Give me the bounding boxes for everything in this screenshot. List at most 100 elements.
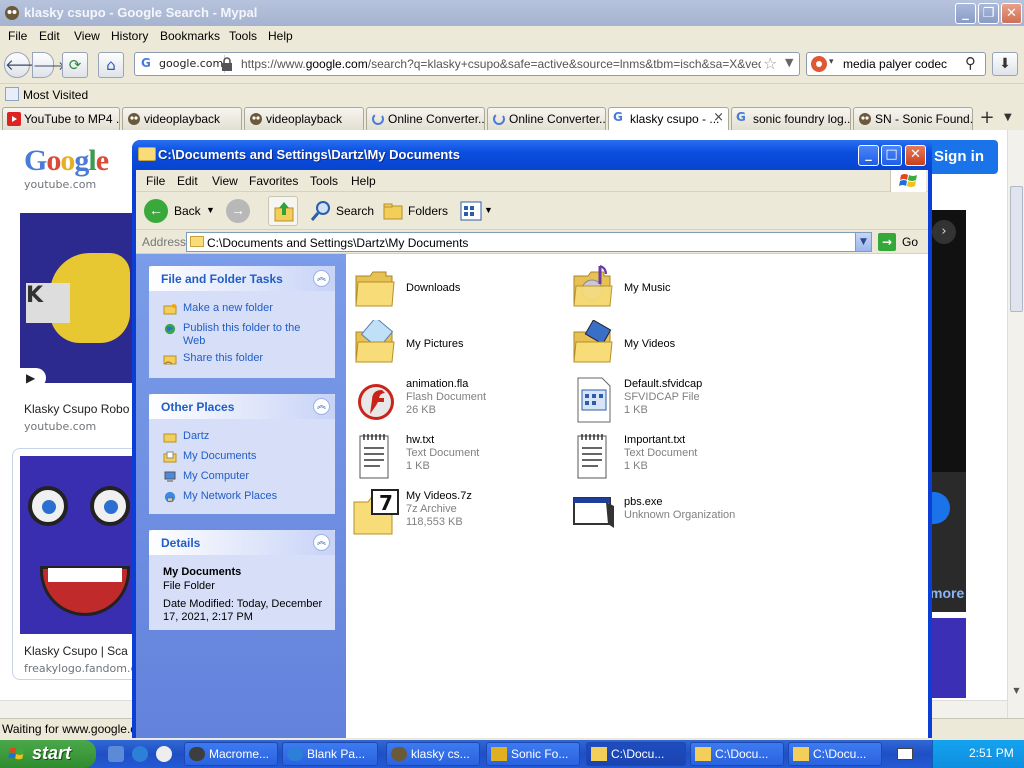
home-button[interactable]: ⌂	[98, 52, 124, 78]
close-tab-icon[interactable]: ×	[713, 110, 724, 125]
quicklaunch-media-icon[interactable]	[156, 746, 172, 762]
file-item-my-pictures[interactable]: My Pictures	[352, 320, 562, 372]
file-item-hw-txt[interactable]: hw.txt Text Document 1 KB	[352, 432, 562, 484]
tab-list-chevron-icon[interactable]: ▼	[1004, 112, 1012, 123]
file-item-pbs-exe[interactable]: pbs.exe Unknown Organization	[570, 488, 780, 540]
up-folder-button[interactable]	[268, 196, 298, 226]
ex-menu-edit[interactable]: Edit	[177, 174, 198, 188]
url-dropdown-icon[interactable]: ▼	[785, 56, 793, 69]
tab-klasky-csupo[interactable]: G klasky csupo - ... ×	[608, 107, 729, 130]
tab-sn-sonic-foundry[interactable]: SN - Sonic Found...	[853, 107, 973, 130]
collapse-chevron-icon[interactable]: ︽	[313, 270, 330, 287]
ex-menu-tools[interactable]: Tools	[310, 174, 338, 188]
related-thumbnail[interactable]	[928, 618, 966, 698]
close-button[interactable]: ✕	[1001, 3, 1022, 24]
menu-help[interactable]: Help	[268, 29, 293, 43]
search-bar[interactable]: ▾ media palyer codec ⚲	[806, 52, 986, 76]
bookmark-star-icon[interactable]: ☆	[763, 54, 777, 73]
explorer-close-button[interactable]: ✕	[905, 145, 926, 166]
new-tab-button[interactable]: +	[976, 109, 998, 129]
file-item-default-sfvidcap[interactable]: Default.sfvidcap SFVIDCAP File 1 KB	[570, 376, 780, 428]
taskbar-button-macromedia[interactable]: Macrome...	[184, 742, 278, 766]
keyboard-icon[interactable]	[897, 748, 913, 760]
most-visited-link[interactable]: Most Visited	[23, 88, 88, 102]
menu-bookmarks[interactable]: Bookmarks	[160, 29, 220, 43]
other-places-header[interactable]: Other Places ︽	[149, 394, 335, 419]
back-button[interactable]: 🡐	[4, 52, 45, 78]
explorer-minimize-button[interactable]: _	[858, 145, 879, 166]
start-button[interactable]: start	[0, 740, 96, 768]
file-item-my-videos[interactable]: My Videos	[570, 320, 780, 372]
ex-menu-view[interactable]: View	[212, 174, 238, 188]
taskbar-button-explorer-2[interactable]: C:\Docu...	[690, 742, 784, 766]
tab-sonic-foundry-logo[interactable]: G sonic foundry log...	[731, 107, 851, 130]
explorer-forward-button[interactable]: →	[224, 196, 260, 226]
result-title-1[interactable]: Klasky Csupo Robo	[24, 402, 129, 416]
browser-title-bar[interactable]: klasky csupo - Google Search - Mypal _ ❐…	[0, 0, 1024, 26]
taskbar-button-explorer-3[interactable]: C:\Docu...	[788, 742, 882, 766]
taskbar-button-explorer-1[interactable]: C:\Docu...	[586, 742, 686, 766]
file-folder-tasks-header[interactable]: File and Folder Tasks ︽	[149, 266, 335, 291]
menu-history[interactable]: History	[111, 29, 148, 43]
address-input[interactable]: C:\Documents and Settings\Dartz\My Docum…	[186, 232, 872, 252]
address-dropdown-icon[interactable]: ▼	[855, 233, 871, 251]
result-thumbnail-2[interactable]	[20, 456, 142, 634]
site-identity[interactable]: G google.com	[137, 55, 225, 73]
quicklaunch-ie-icon[interactable]	[132, 746, 148, 762]
scrollbar-thumb[interactable]	[1010, 186, 1023, 312]
url-text: https://www.google.com/search?q=klasky+c…	[241, 57, 761, 71]
search-input[interactable]: media palyer codec	[843, 57, 947, 71]
result-title-2[interactable]: Klasky Csupo | Sca	[24, 644, 128, 658]
quicklaunch-desktop-icon[interactable]	[108, 746, 124, 762]
file-item-downloads[interactable]: Downloads	[352, 264, 562, 316]
videos-folder-icon	[573, 320, 613, 363]
more-link[interactable]: more	[930, 585, 964, 601]
scroll-down-icon[interactable]: ▼	[1010, 686, 1023, 700]
url-bar[interactable]: G google.com https://www.google.com/sear…	[134, 52, 800, 76]
explorer-title-bar[interactable]: C:\Documents and Settings\Dartz\My Docum…	[132, 140, 932, 170]
tab-online-converter-2[interactable]: Online Converter...	[487, 107, 606, 130]
explorer-back-button[interactable]: ← Back ▼	[142, 196, 218, 226]
menu-edit[interactable]: Edit	[39, 29, 60, 43]
explorer-maximize-button[interactable]: □	[881, 145, 902, 166]
collapse-chevron-icon[interactable]: ︽	[313, 398, 330, 415]
result-thumbnail-1[interactable]: K	[20, 213, 140, 383]
ex-menu-help[interactable]: Help	[351, 174, 376, 188]
tab-youtube-to-mp4[interactable]: YouTube to MP4 ...	[2, 107, 120, 130]
menu-view[interactable]: View	[74, 29, 100, 43]
collapse-chevron-icon[interactable]: ︽	[313, 534, 330, 551]
google-logo[interactable]: Google	[24, 144, 109, 178]
page-vertical-scrollbar[interactable]: ▼	[1007, 130, 1024, 718]
explorer-folders-button[interactable]: Folders	[380, 196, 448, 226]
taskbar-button-blank-page[interactable]: Blank Pa...	[282, 742, 378, 766]
tab-videoplayback-1[interactable]: videoplayback	[122, 107, 242, 130]
search-icon[interactable]: ⚲	[965, 54, 976, 72]
tab-online-converter-1[interactable]: Online Converter...	[366, 107, 485, 130]
details-header[interactable]: Details ︽	[149, 530, 335, 555]
forward-button[interactable]: 🡒	[32, 52, 65, 78]
folder-icon	[355, 271, 395, 307]
ex-menu-favorites[interactable]: Favorites	[249, 174, 298, 188]
views-button[interactable]: ▼	[456, 196, 494, 226]
taskbar-button-sonic-foundry[interactable]: Sonic Fo...	[486, 742, 580, 766]
file-item-animation-fla[interactable]: animation.fla Flash Document 26 KB	[352, 376, 562, 428]
minimize-button[interactable]: _	[955, 3, 976, 24]
clock[interactable]: 2:51 PM	[969, 746, 1014, 760]
reload-button[interactable]: ⟳	[62, 52, 88, 78]
explorer-search-button[interactable]: Search	[308, 196, 374, 226]
ex-menu-file[interactable]: File	[146, 174, 165, 188]
file-item-my-music[interactable]: My Music	[570, 264, 780, 316]
go-button[interactable]: → Go	[876, 232, 926, 252]
menu-tools[interactable]: Tools	[229, 29, 257, 43]
file-item-my-videos-7z[interactable]: 7 My Videos.7z 7z Archive 118,553 KB	[352, 488, 562, 540]
engine-dropdown-icon[interactable]: ▾	[829, 57, 834, 67]
taskbar-button-klasky[interactable]: klasky cs...	[386, 742, 480, 766]
tab-videoplayback-2[interactable]: videoplayback	[244, 107, 364, 130]
back-dropdown-icon[interactable]: ▼	[206, 205, 215, 215]
downloads-button[interactable]: ⬇	[992, 52, 1018, 76]
chevron-right-icon[interactable]: ›	[932, 220, 956, 244]
duckduckgo-icon[interactable]	[811, 56, 827, 72]
menu-file[interactable]: File	[8, 29, 27, 43]
file-item-important-txt[interactable]: Important.txt Text Document 1 KB	[570, 432, 780, 484]
restore-button[interactable]: ❐	[978, 3, 999, 24]
